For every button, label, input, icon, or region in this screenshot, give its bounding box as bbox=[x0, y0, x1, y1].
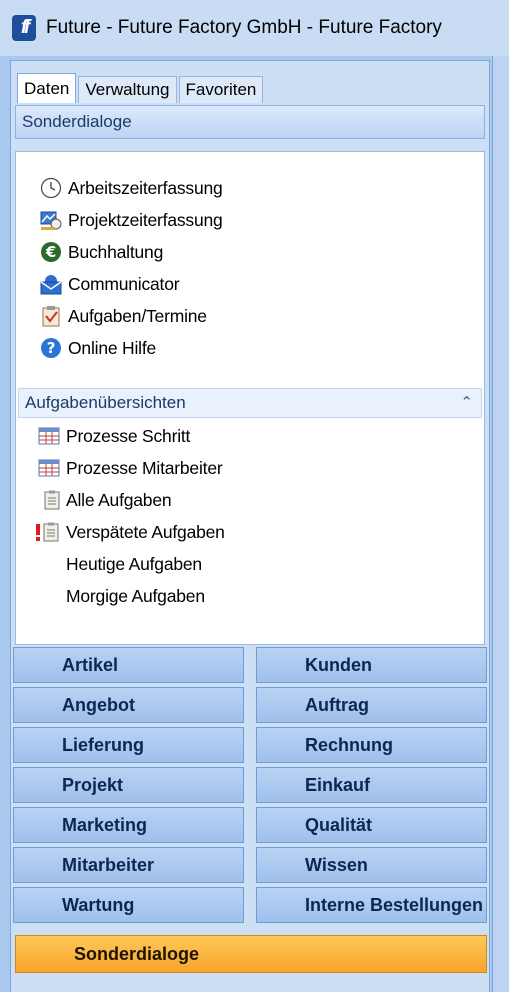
tasks-header-label: Aufgabenübersichten bbox=[25, 393, 186, 412]
item-label: Alle Aufgaben bbox=[66, 489, 172, 510]
nav-wartung[interactable]: Wartung bbox=[13, 887, 244, 923]
nav-einkauf[interactable]: Einkauf bbox=[256, 767, 487, 803]
navigation-panel: Daten Verwaltung Favoriten Sonderdialoge… bbox=[10, 60, 490, 992]
section-header: Sonderdialoge bbox=[15, 105, 485, 139]
item-verspaetete-aufgaben[interactable]: Verspätete Aufgaben bbox=[34, 516, 225, 548]
item-online-hilfe[interactable]: ? Online Hilfe bbox=[40, 332, 156, 364]
clipboard-icon bbox=[34, 489, 60, 511]
nav-lieferung[interactable]: Lieferung bbox=[13, 727, 244, 763]
item-projektzeiterfassung[interactable]: Projektzeiterfassung bbox=[40, 204, 223, 236]
item-alle-aufgaben[interactable]: Alle Aufgaben bbox=[34, 484, 172, 516]
item-label: Prozesse Mitarbeiter bbox=[66, 457, 223, 478]
item-arbeitszeiterfassung[interactable]: Arbeitszeiterfassung bbox=[40, 172, 223, 204]
tasks-header[interactable]: Aufgabenübersichten ⌃ bbox=[18, 388, 482, 418]
nav-kunden[interactable]: Kunden bbox=[256, 647, 487, 683]
item-label: Aufgaben/Termine bbox=[68, 305, 207, 326]
project-time-icon bbox=[40, 209, 62, 231]
item-prozesse-schritt[interactable]: Prozesse Schritt bbox=[34, 420, 190, 452]
item-label: Prozesse Schritt bbox=[66, 425, 191, 446]
nav-rechnung[interactable]: Rechnung bbox=[256, 727, 487, 763]
euro-icon: € bbox=[40, 241, 62, 263]
item-label: Heutige Aufgaben bbox=[66, 553, 202, 574]
item-label: Arbeitszeiterfassung bbox=[68, 177, 223, 198]
app-logo-icon: ff bbox=[12, 15, 36, 41]
clipboard-check-icon bbox=[40, 305, 62, 327]
nav-wissen[interactable]: Wissen bbox=[256, 847, 487, 883]
item-aufgaben-termine[interactable]: Aufgaben/Termine bbox=[40, 300, 207, 332]
nav-sonderdialoge-active[interactable]: Sonderdialoge bbox=[15, 935, 487, 973]
item-label: Online Hilfe bbox=[68, 337, 157, 358]
svg-text:?: ? bbox=[47, 339, 56, 357]
nav-qualitaet[interactable]: Qualität bbox=[256, 807, 487, 843]
item-morgige-aufgaben[interactable]: Morgige Aufgaben bbox=[34, 580, 205, 612]
title-bar: ff Future - Future Factory GmbH - Future… bbox=[0, 0, 509, 56]
late-clipboard-icon bbox=[34, 521, 60, 543]
item-label: Morgige Aufgaben bbox=[66, 585, 205, 606]
collapse-chevron-icon[interactable]: ⌃ bbox=[460, 393, 473, 411]
nav-projekt[interactable]: Projekt bbox=[13, 767, 244, 803]
item-label: Verspätete Aufgaben bbox=[66, 521, 225, 542]
item-buchhaltung[interactable]: € Buchhaltung bbox=[40, 236, 163, 268]
nav-angebot[interactable]: Angebot bbox=[13, 687, 244, 723]
help-icon: ? bbox=[40, 337, 62, 359]
right-border-strip bbox=[492, 56, 509, 992]
item-prozesse-mitarbeiter[interactable]: Prozesse Mitarbeiter bbox=[34, 452, 223, 484]
nav-artikel[interactable]: Artikel bbox=[13, 647, 244, 683]
item-communicator[interactable]: Communicator bbox=[40, 268, 180, 300]
tab-bar: Daten Verwaltung Favoriten bbox=[17, 73, 265, 103]
table-icon bbox=[34, 457, 60, 479]
tab-daten[interactable]: Daten bbox=[17, 73, 77, 103]
dialog-list-area: Arbeitszeiterfassung Projektzeiterfassun… bbox=[15, 151, 485, 645]
window-title: Future - Future Factory GmbH - Future Fa… bbox=[46, 17, 442, 38]
nav-marketing[interactable]: Marketing bbox=[13, 807, 244, 843]
mail-icon bbox=[40, 273, 62, 295]
item-label: Buchhaltung bbox=[68, 241, 164, 262]
blank-icon bbox=[34, 553, 60, 575]
nav-interne-bestellungen[interactable]: Interne Bestellungen bbox=[256, 887, 487, 923]
item-heutige-aufgaben[interactable]: Heutige Aufgaben bbox=[34, 548, 202, 580]
item-label: Projektzeiterfassung bbox=[68, 209, 223, 230]
item-label: Communicator bbox=[68, 273, 180, 294]
tab-verwaltung[interactable]: Verwaltung bbox=[78, 76, 177, 103]
svg-text:€: € bbox=[45, 243, 56, 261]
tab-favoriten[interactable]: Favoriten bbox=[178, 76, 264, 103]
nav-auftrag[interactable]: Auftrag bbox=[256, 687, 487, 723]
clock-icon bbox=[40, 177, 62, 199]
nav-mitarbeiter[interactable]: Mitarbeiter bbox=[13, 847, 244, 883]
table-icon bbox=[34, 425, 60, 447]
blank-icon bbox=[34, 585, 60, 607]
